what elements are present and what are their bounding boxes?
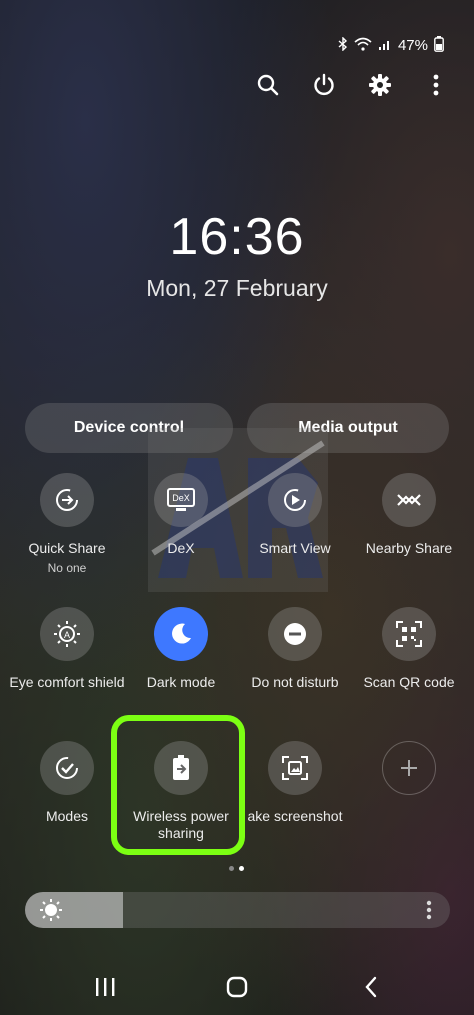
dex-badge-text: DeX (172, 493, 190, 503)
tile-label: Modes (45, 808, 89, 824)
battery-icon (434, 36, 444, 55)
status-bar: 47% (338, 36, 444, 55)
settings-icon[interactable] (368, 68, 392, 102)
recent-apps-icon[interactable] (85, 970, 125, 1004)
screenshot-icon (268, 741, 322, 795)
smart-view-icon (268, 473, 322, 527)
tile-take-screenshot[interactable]: ake screenshot (235, 741, 355, 825)
moon-icon (154, 607, 208, 661)
tile-label: Quick Share (28, 540, 106, 556)
more-vertical-icon[interactable] (424, 68, 448, 102)
bluetooth-icon (338, 36, 348, 54)
tile-label: Dark mode (146, 674, 216, 690)
tile-modes[interactable]: Modes (7, 741, 127, 825)
tile-label: Scan QR code (363, 674, 455, 690)
quick-panel-actions (256, 68, 448, 102)
page-indicator (229, 866, 244, 871)
quick-share-icon (40, 473, 94, 527)
clock-date: Mon, 27 February (146, 275, 328, 301)
svg-text:AR: AR (238, 580, 252, 591)
home-icon[interactable] (217, 970, 257, 1004)
tile-quick-share[interactable]: Quick Share No one (7, 473, 127, 575)
navigation-bar (0, 970, 474, 1004)
tile-label: Nearby Share (365, 540, 453, 556)
tile-label: Smart View (259, 540, 331, 556)
page-dot (229, 866, 234, 871)
tile-dark-mode[interactable]: Dark mode (121, 607, 241, 691)
modes-icon (40, 741, 94, 795)
dnd-icon (268, 607, 322, 661)
tile-label: ake screenshot (247, 808, 343, 824)
tile-scan-qr[interactable]: Scan QR code (349, 607, 469, 691)
back-icon[interactable] (351, 970, 391, 1004)
tile-status: No one (47, 561, 87, 575)
tile-label: Do not disturb (251, 674, 339, 690)
power-icon[interactable] (312, 68, 336, 102)
brightness-more-icon[interactable] (426, 900, 432, 925)
svg-text:A: A (64, 630, 70, 640)
sun-icon (39, 898, 63, 927)
tile-dex[interactable]: DeX DeX (121, 473, 241, 557)
clock-time: 16:36 (169, 208, 305, 266)
dex-icon: DeX (154, 473, 208, 527)
add-icon (382, 741, 436, 795)
highlight-frame (111, 715, 245, 855)
tile-label: DeX (167, 540, 195, 556)
search-icon[interactable] (256, 68, 280, 102)
brightness-slider[interactable] (25, 892, 450, 928)
signal-icon (378, 37, 392, 54)
tile-do-not-disturb[interactable]: Do not disturb (235, 607, 355, 691)
qr-icon (382, 607, 436, 661)
tile-nearby-share[interactable]: Nearby Share (349, 473, 469, 557)
nearby-share-icon (382, 473, 436, 527)
tile-label: Eye comfort shield (9, 674, 125, 690)
tile-smart-view[interactable]: Smart View (235, 473, 355, 557)
page-dot-active (239, 866, 244, 871)
eye-comfort-icon: A (40, 607, 94, 661)
battery-percent: 47% (397, 37, 428, 54)
wifi-icon (354, 37, 372, 54)
tile-add[interactable] (349, 741, 469, 795)
tile-eye-comfort[interactable]: A Eye comfort shield (7, 607, 127, 691)
